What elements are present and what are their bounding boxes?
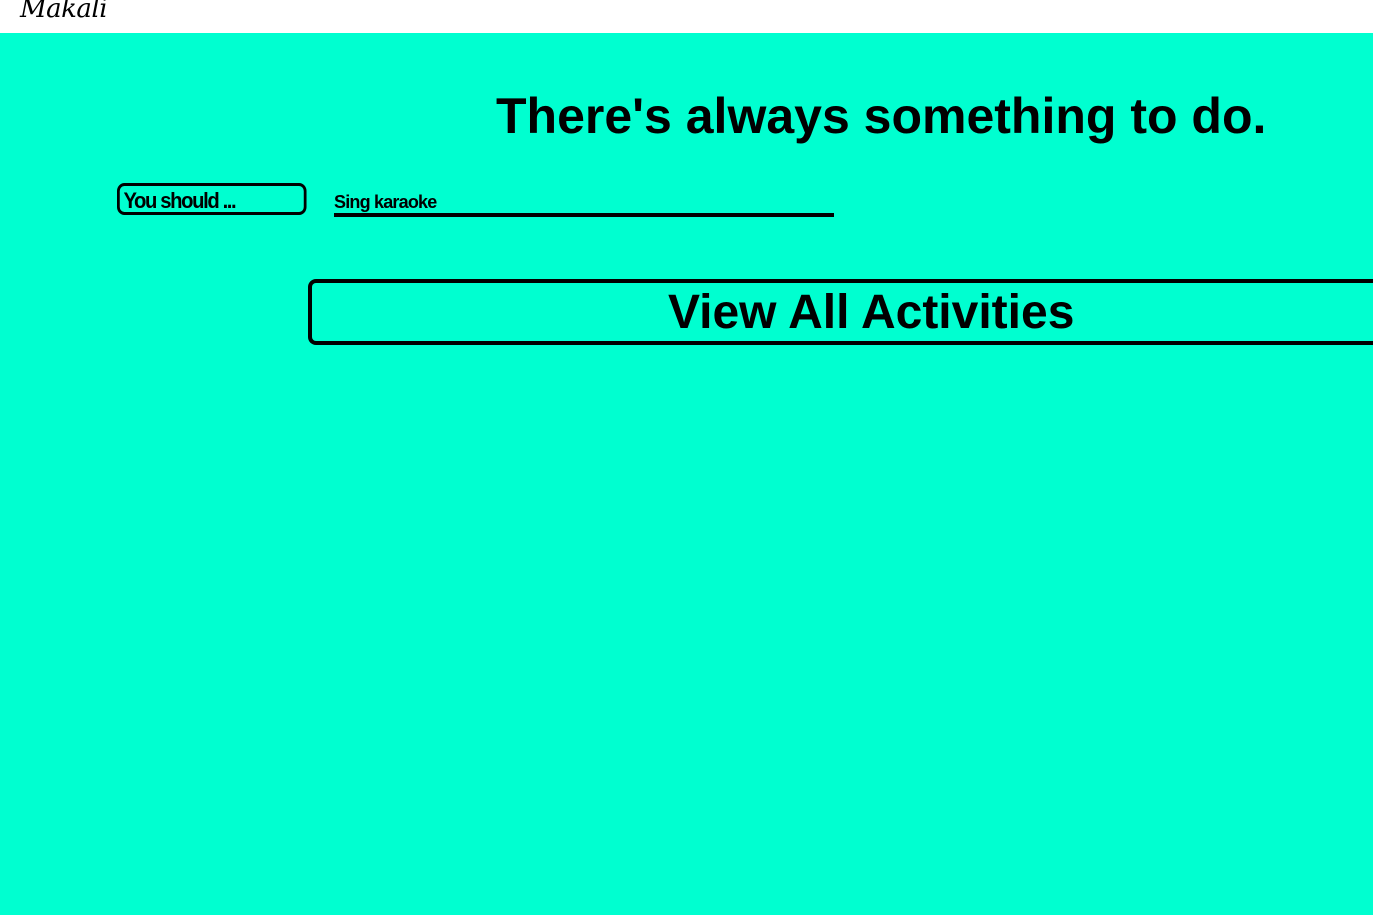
you-should-label: You should ... <box>117 183 307 215</box>
view-all-activities-button[interactable]: View All Activities <box>308 279 1373 345</box>
brand-logo[interactable]: Makali <box>20 0 108 24</box>
activity-suggestion-field[interactable] <box>334 191 834 217</box>
view-all-activities-label: View All Activities <box>668 286 1075 339</box>
top-bar: Makali <box>0 0 1373 33</box>
page-headline: There's always something to do. <box>496 88 1267 144</box>
main-content: There's always something to do. You shou… <box>0 33 1373 915</box>
